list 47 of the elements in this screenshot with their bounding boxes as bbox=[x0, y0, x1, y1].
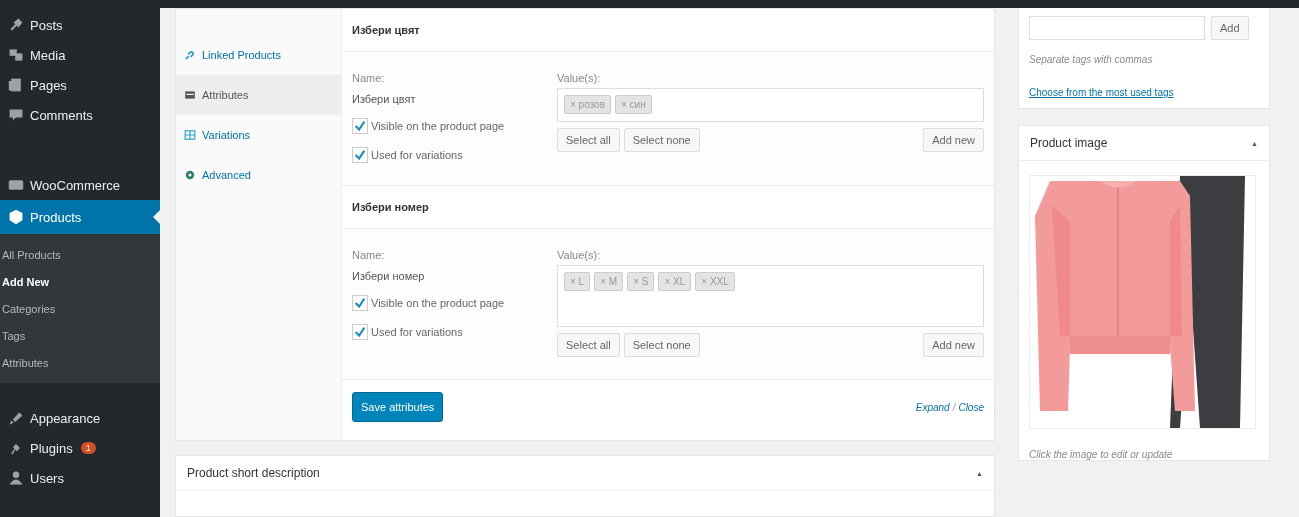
select-button[interactable]: Select none bbox=[623, 333, 700, 357]
panel-title: Product short description bbox=[187, 466, 320, 480]
attribute-title: Избери цвят bbox=[352, 24, 420, 36]
tab[interactable]: Linked Products bbox=[176, 35, 341, 75]
menu-item[interactable]: Posts bbox=[0, 10, 160, 40]
tab[interactable]: Advanced bbox=[176, 155, 341, 195]
checkbox-label: Used for variations bbox=[371, 326, 463, 338]
add-new-button[interactable]: Add new bbox=[923, 333, 984, 357]
checkbox-label: Visible on the product page bbox=[371, 297, 505, 309]
add-tag-button[interactable]: Add bbox=[1211, 16, 1249, 40]
most-used-tags-link[interactable]: Choose from the most used tags bbox=[1029, 87, 1259, 98]
link-separator: / bbox=[952, 401, 956, 413]
tab[interactable]: Attributes bbox=[176, 75, 341, 115]
panel-title: Product image bbox=[1030, 136, 1108, 150]
menu-item[interactable]: Comments bbox=[0, 100, 160, 130]
field-label: Value(s): bbox=[557, 249, 602, 261]
tags-hint: Separate tags with commas bbox=[1029, 54, 1154, 65]
tab[interactable]: Variations bbox=[176, 115, 341, 155]
menu-item[interactable]: WooCommerce bbox=[0, 170, 160, 200]
submenu-item[interactable]: Tags bbox=[0, 323, 160, 350]
close-link[interactable]: Close bbox=[958, 401, 984, 413]
checkbox-label: Used for variations bbox=[371, 149, 463, 161]
update-count-badge: 1 bbox=[80, 442, 96, 454]
menu-item[interactable]: Appearance bbox=[0, 403, 160, 433]
attribute-name: Избери цвят bbox=[352, 93, 417, 105]
checkbox-label: Visible on the product page bbox=[371, 120, 505, 132]
expand-link[interactable]: Expand bbox=[915, 401, 950, 413]
menu-item[interactable]: Users bbox=[0, 463, 160, 493]
field-label: Name: bbox=[352, 72, 386, 84]
submenu-item[interactable]: Attributes bbox=[0, 350, 160, 377]
attribute-name: Избери номер bbox=[352, 270, 426, 282]
add-new-button[interactable]: Add new bbox=[923, 128, 984, 152]
submenu-item[interactable]: Add New bbox=[0, 269, 160, 296]
image-caption: Click the image to edit or update bbox=[1029, 449, 1174, 460]
field-label: Value(s): bbox=[557, 72, 602, 84]
select-button[interactable]: Select all bbox=[557, 128, 620, 152]
save-attributes-button[interactable]: Save attributes bbox=[352, 392, 444, 422]
select-button[interactable]: Select all bbox=[557, 333, 620, 357]
select-button[interactable]: Select none bbox=[623, 128, 700, 152]
menu-item[interactable]: Pages bbox=[0, 70, 160, 100]
menu-item[interactable]: Plugins 1 bbox=[0, 433, 160, 463]
submenu-item[interactable]: Categories bbox=[0, 296, 160, 323]
submenu-item[interactable]: All Products bbox=[0, 242, 160, 269]
attribute-title: Избери номер bbox=[352, 201, 429, 213]
menu-item[interactable]: Products bbox=[0, 200, 160, 234]
field-label: Name: bbox=[352, 249, 386, 261]
menu-item[interactable]: Media bbox=[0, 40, 160, 70]
